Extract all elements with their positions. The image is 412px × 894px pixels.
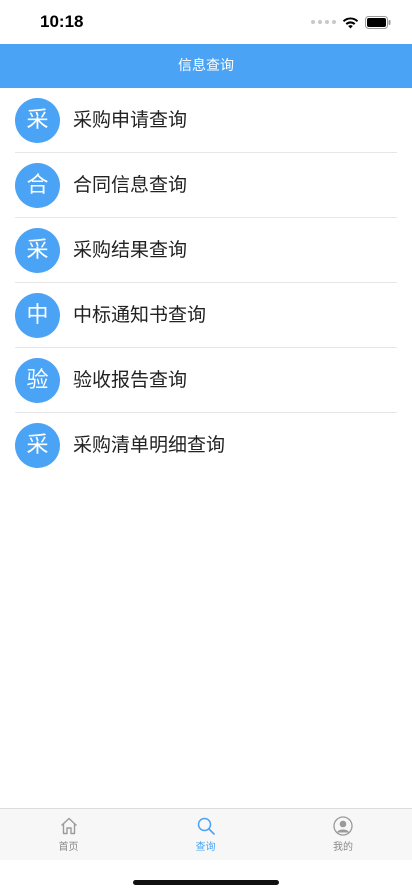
award-notice-avatar-icon: 中 (15, 293, 60, 338)
purchase-list-avatar-icon: 采 (15, 423, 60, 468)
search-icon (197, 817, 215, 835)
menu-item-label: 采购清单明细查询 (73, 434, 226, 456)
contract-info-avatar-icon: 合 (15, 163, 60, 208)
nav-bar: 信息查询 (0, 44, 412, 88)
purchase-result-avatar-icon: 采 (15, 228, 60, 273)
menu-item-label: 采购申请查询 (73, 109, 188, 131)
tab-profile[interactable]: 我的 (274, 809, 412, 861)
purchase-request-avatar-icon: 采 (15, 98, 60, 143)
home-icon (60, 817, 77, 835)
page-title: 信息查询 (178, 58, 234, 74)
tab-search[interactable]: 查询 (137, 809, 274, 861)
wifi-icon (342, 16, 359, 28)
menu-item-label: 验收报告查询 (73, 369, 188, 391)
menu-item-contract-info[interactable]: 合 合同信息查询 (0, 153, 412, 218)
tab-home-label: 首页 (58, 842, 79, 853)
battery-icon (365, 15, 391, 29)
home-indicator-area (0, 860, 412, 894)
empty-content-area (0, 478, 412, 808)
menu-item-purchase-result[interactable]: 采 采购结果查询 (0, 218, 412, 283)
menu-item-acceptance-report[interactable]: 验 验收报告查询 (0, 348, 412, 413)
tab-search-label: 查询 (195, 842, 216, 853)
home-indicator[interactable] (133, 880, 279, 885)
signal-icon (311, 20, 336, 24)
acceptance-report-avatar-icon: 验 (15, 358, 60, 403)
status-bar: 10:18 (0, 0, 412, 44)
menu-item-award-notice[interactable]: 中 中标通知书查询 (0, 283, 412, 348)
status-time: 10:18 (40, 12, 84, 31)
menu-item-label: 中标通知书查询 (73, 304, 207, 326)
menu-item-purchase-list-detail[interactable]: 采 采购清单明细查询 (0, 413, 412, 478)
status-icons (311, 14, 392, 30)
menu-item-purchase-request[interactable]: 采 采购申请查询 (0, 88, 412, 153)
user-icon (333, 816, 353, 836)
tab-profile-label: 我的 (333, 842, 353, 853)
menu-item-label: 合同信息查询 (73, 174, 188, 196)
tab-bar: 首页 查询 我的 (0, 808, 412, 860)
tab-home[interactable]: 首页 (0, 809, 137, 861)
menu-item-label: 采购结果查询 (73, 239, 188, 261)
query-menu-list: 采 采购申请查询 合 合同信息查询 采 采购结果查询 中 中标通知书查询 验 验… (0, 88, 412, 478)
